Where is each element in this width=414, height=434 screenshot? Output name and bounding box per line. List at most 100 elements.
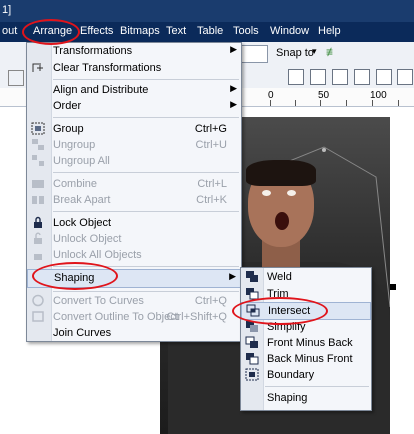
menu-item-combine[interactable]: Combine Ctrl+L [27,176,241,192]
boundary-icon [245,368,259,381]
menu-layout[interactable]: out [2,25,17,37]
front-minus-back-icon [245,336,258,348]
menu-item-label: Convert To Curves [53,295,144,307]
menu-separator [53,172,239,173]
menu-item-ungroup[interactable]: Ungroup Ctrl+U [27,137,241,153]
lock-icon [34,216,42,228]
unlock-all-icon [34,254,42,260]
ruler-tick [320,100,321,106]
menu-item-label: Ungroup [53,139,96,151]
menu-item-shortcut: Ctrl+U [195,139,227,151]
menu-item-label: Combine [53,178,98,190]
menu-tools[interactable]: Tools [233,25,259,37]
menu-item-ungroup-all[interactable]: Ungroup All [27,153,241,169]
menu-item-shortcut: Ctrl+G [194,123,227,135]
front-minus-back-tool-icon[interactable] [397,69,413,85]
intersect-tool-icon[interactable] [354,69,370,85]
menu-item-unlock-all-objects[interactable]: Unlock All Objects [27,247,241,263]
menu-item-label: Group [53,123,84,135]
snap-options-icon[interactable]: ≢ [326,45,338,59]
transform-tool-icon[interactable] [8,70,24,86]
submenu-item-shaping[interactable]: Shaping [241,390,371,406]
menu-item-unlock-object[interactable]: Unlock Object [27,231,241,247]
menu-item-shortcut: Ctrl+K [196,194,227,206]
menu-item-label: Transformations [53,45,133,57]
menu-item-label: Join Curves [53,327,112,339]
menu-separator [53,211,239,212]
person-hair [246,160,316,186]
person-eye [262,190,271,196]
menu-item-join-curves[interactable]: Join Curves [27,325,241,341]
combine-icon [32,180,44,188]
menu-item-label: Break Apart [53,194,111,206]
menu-item-label: Lock Object [53,217,112,229]
menu-separator [53,291,239,292]
submenu-item-boundary[interactable]: Boundary [241,367,371,383]
highlight-circle-shaping [32,262,118,290]
menu-item-lock-object[interactable]: Lock Object [27,215,241,231]
align-icon[interactable] [288,69,304,85]
menu-item-label: Clear Transformations [53,62,162,74]
ruler-tick [346,100,347,106]
menu-item-label: Order [53,100,82,112]
highlight-circle-arrange [22,19,80,45]
ungroup-all-icon [32,155,44,166]
menu-item-group[interactable]: Group Ctrl+G [27,121,241,137]
selection-handle[interactable] [390,284,396,290]
menu-text[interactable]: Text [166,25,186,37]
menu-item-label: Align and Distribute [53,84,149,96]
submenu-item-label: Weld [267,271,292,283]
ruler-tick [270,100,271,106]
weld-icon [246,271,258,282]
person-mouth [275,212,289,230]
submenu-item-front-minus-back[interactable]: Front Minus Back [241,335,371,351]
weld-tool-icon[interactable] [310,69,326,85]
shaping-submenu: Weld Trim Intersect Simplify Front Minus… [240,267,372,411]
menu-effects[interactable]: Effects [80,25,113,37]
submenu-arrow-icon: ▶ [230,83,237,93]
snap-to-label[interactable]: Snap to [276,47,314,59]
submenu-item-label: Boundary [267,369,315,381]
arrange-menu: Transformations ▶ Clear Transformations … [26,42,242,342]
menu-separator [53,79,239,80]
convert-curves-icon [32,294,44,307]
person-eye [287,190,296,196]
title-bar: 1] [0,0,414,22]
ungroup-icon [32,139,44,150]
menu-separator [53,117,239,118]
simplify-tool-icon[interactable] [376,69,392,85]
menu-separator [265,386,369,387]
menu-bitmaps[interactable]: Bitmaps [120,25,160,37]
submenu-arrow-icon: ▶ [230,99,237,109]
submenu-item-back-minus-front[interactable]: Back Minus Front [241,351,371,367]
menu-item-order[interactable]: Order ▶ [27,98,241,114]
trim-tool-icon[interactable] [332,69,348,85]
submenu-item-label: Back Minus Front [267,353,353,365]
menu-window[interactable]: Window [270,25,309,37]
back-minus-front-icon [246,353,259,365]
ruler-tick [295,100,296,106]
menu-item-convert-outline-to-object[interactable]: Convert Outline To Object Ctrl+Shift+Q [27,309,241,325]
menu-help[interactable]: Help [318,25,341,37]
menu-item-label: Ungroup All [53,155,110,167]
clear-transform-icon [32,63,43,72]
menu-item-convert-to-curves[interactable]: Convert To Curves Ctrl+Q [27,293,241,309]
chevron-down-icon[interactable]: ▾ [312,46,317,57]
menu-item-shortcut: Ctrl+Shift+Q [166,311,227,323]
submenu-item-weld[interactable]: Weld [241,269,371,285]
submenu-arrow-icon: ▶ [230,44,237,54]
menu-item-label: Convert Outline To Object [53,311,179,323]
group-icon [31,122,45,135]
menu-item-transformations[interactable]: Transformations ▶ [27,43,241,59]
menu-item-label: Unlock Object [53,233,122,245]
highlight-circle-intersect [232,297,328,325]
submenu-item-label: Front Minus Back [267,337,353,349]
menu-item-align-and-distribute[interactable]: Align and Distribute ▶ [27,82,241,98]
menu-item-shortcut: Ctrl+L [197,178,227,190]
menu-table[interactable]: Table [197,25,223,37]
menu-item-break-apart[interactable]: Break Apart Ctrl+K [27,192,241,208]
break-apart-icon [32,196,44,204]
unlock-icon [34,232,42,244]
menu-item-label: Unlock All Objects [53,249,142,261]
menu-item-clear-transformations[interactable]: Clear Transformations [27,60,241,76]
